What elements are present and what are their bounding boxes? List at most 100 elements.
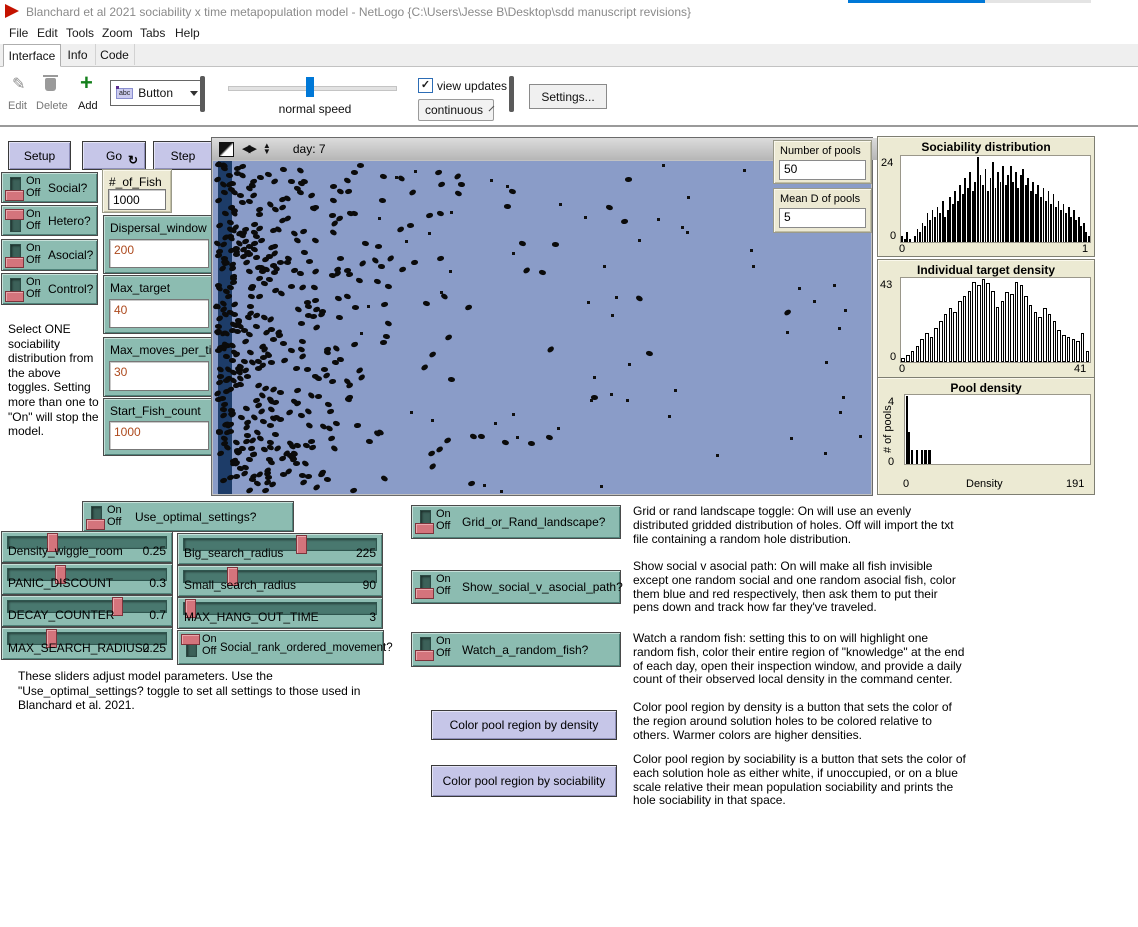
slider-max-hang-out-time[interactable]: MAX_HANG_OUT_TIME 3 bbox=[177, 597, 383, 629]
settings-button[interactable]: Settings... bbox=[529, 84, 607, 109]
fish-marker bbox=[238, 232, 246, 238]
vertical-resize-icon[interactable]: ▲▼ bbox=[263, 143, 271, 155]
input-label: Start_Fish_count bbox=[110, 404, 201, 418]
menu-file[interactable]: File bbox=[4, 23, 33, 43]
input-field[interactable]: 1000 bbox=[109, 421, 209, 450]
fish-marker bbox=[635, 294, 643, 301]
fish-marker bbox=[248, 284, 255, 289]
input-field[interactable]: 200 bbox=[109, 239, 209, 268]
switch-knob[interactable] bbox=[5, 190, 24, 201]
fish-marker bbox=[255, 205, 263, 212]
input-field[interactable]: 30 bbox=[109, 361, 209, 391]
hist-bar bbox=[959, 185, 961, 242]
add-plus-icon[interactable]: + bbox=[80, 74, 93, 92]
switch-knob[interactable] bbox=[5, 291, 24, 302]
switch-knob[interactable] bbox=[181, 634, 200, 645]
view-updates-label[interactable]: view updates bbox=[437, 79, 507, 93]
switch-control[interactable]: On Off Control? bbox=[1, 273, 98, 305]
update-mode-value: continuous bbox=[425, 103, 483, 117]
setup-button[interactable]: Setup bbox=[8, 141, 71, 170]
slider-small-search-radius[interactable]: Small_search_radius 90 bbox=[177, 565, 383, 597]
fish-marker bbox=[408, 189, 416, 196]
view-2d-3d-icon[interactable] bbox=[219, 142, 234, 157]
hist-bar bbox=[1037, 185, 1039, 242]
fish-marker bbox=[371, 257, 379, 265]
fish-marker bbox=[328, 379, 336, 385]
fish-marker bbox=[425, 212, 433, 218]
switch-hetero[interactable]: On Off Hetero? bbox=[1, 205, 98, 236]
edit-pencil-icon[interactable]: ✎ bbox=[12, 74, 25, 94]
fish-marker bbox=[298, 321, 305, 326]
switch-knob[interactable] bbox=[415, 523, 434, 534]
add-tool-label[interactable]: Add bbox=[78, 100, 98, 112]
fish-marker bbox=[443, 436, 451, 443]
input-field[interactable]: 40 bbox=[109, 299, 209, 328]
slider-density-wiggle-room[interactable]: Density_wiggle_room 0.25 bbox=[1, 531, 173, 563]
horizontal-resize-icon[interactable]: ◀▶ bbox=[242, 143, 255, 156]
update-mode-dropdown[interactable]: continuous bbox=[418, 99, 494, 121]
hist-bar bbox=[919, 232, 921, 242]
hist-bar bbox=[904, 239, 906, 242]
tab-code[interactable]: Code bbox=[95, 44, 135, 65]
menu-zoom[interactable]: Zoom bbox=[97, 23, 138, 43]
step-button[interactable]: Step bbox=[153, 141, 213, 170]
slider-big-search-radius[interactable]: Big_search_radius 225 bbox=[177, 533, 383, 565]
slider-max-search-radius2[interactable]: MAX_SEARCH_RADIUS2 0.25 bbox=[1, 627, 173, 660]
tab-info[interactable]: Info bbox=[60, 44, 96, 65]
speed-slider-handle[interactable] bbox=[306, 77, 314, 97]
delete-trash-icon[interactable] bbox=[45, 78, 56, 91]
go-button[interactable]: Go ↻ bbox=[82, 141, 146, 170]
hist-bar bbox=[1086, 351, 1090, 362]
fish-marker bbox=[305, 407, 313, 415]
hist-bar bbox=[996, 307, 1000, 362]
fish-marker bbox=[436, 446, 444, 454]
switch-off-label: Off bbox=[26, 187, 40, 199]
widget-chooser[interactable]: abc Button bbox=[110, 80, 204, 106]
delete-tool-label[interactable]: Delete bbox=[36, 100, 68, 112]
hist-bar bbox=[974, 182, 976, 243]
fish-marker bbox=[312, 205, 319, 210]
switch-use-optimal-settings[interactable]: On Off Use_optimal_settings? bbox=[82, 501, 294, 532]
switch-grid-or-rand-landscape[interactable]: On Off Grid_or_Rand_landscape? bbox=[411, 505, 621, 539]
edit-tool-label[interactable]: Edit bbox=[8, 100, 27, 112]
switch-knob[interactable] bbox=[415, 588, 434, 599]
fish-marker bbox=[621, 218, 629, 224]
slider-decay-counter[interactable]: DECAY_COUNTER 0.7 bbox=[1, 595, 173, 627]
fish-marker bbox=[300, 249, 308, 255]
switch-knob[interactable] bbox=[5, 257, 24, 268]
color-pool-by-density-button[interactable]: Color pool region by density bbox=[431, 710, 617, 740]
fish-dot-marker bbox=[750, 249, 753, 252]
hist-bar bbox=[930, 337, 934, 362]
slider-panic-discount[interactable]: PANIC_DISCOUNT 0.3 bbox=[1, 563, 173, 595]
switch-social[interactable]: On Off Social? bbox=[1, 172, 98, 203]
switch-watch-a-random-fish[interactable]: On Off Watch_a_random_fish? bbox=[411, 632, 621, 667]
menu-edit[interactable]: Edit bbox=[32, 23, 63, 43]
switch-knob[interactable] bbox=[415, 650, 434, 661]
fish-marker bbox=[320, 367, 327, 372]
input-label: Dispersal_window bbox=[110, 221, 207, 235]
slider-handle[interactable] bbox=[296, 535, 307, 554]
switch-knob[interactable] bbox=[86, 519, 105, 530]
view-updates-checkbox[interactable]: ✓ bbox=[418, 78, 433, 93]
menu-tools[interactable]: Tools bbox=[61, 23, 99, 43]
switch-asocial[interactable]: On Off Asocial? bbox=[1, 239, 98, 271]
go-forever-icon: ↻ bbox=[128, 153, 138, 167]
hist-bar bbox=[1062, 335, 1066, 362]
hist-bar bbox=[977, 157, 979, 242]
slider-label: PANIC_DISCOUNT bbox=[8, 576, 113, 590]
color-pool-by-sociability-button[interactable]: Color pool region by sociability bbox=[431, 765, 617, 797]
menu-help[interactable]: Help bbox=[170, 23, 205, 43]
input-field[interactable]: 1000 bbox=[108, 189, 166, 210]
fish-marker bbox=[230, 276, 237, 281]
fish-marker bbox=[382, 334, 390, 340]
tab-interface[interactable]: Interface bbox=[3, 44, 61, 67]
slider-label: DECAY_COUNTER bbox=[8, 608, 114, 622]
menu-tabs[interactable]: Tabs bbox=[135, 23, 170, 43]
switch-knob[interactable] bbox=[5, 209, 24, 220]
switch-show-social-v-asocial-path[interactable]: On Off Show_social_v_asocial_path? bbox=[411, 570, 621, 604]
fish-marker bbox=[247, 303, 254, 308]
hist-bar bbox=[1010, 294, 1014, 362]
switch-social-rank-ordered-movement[interactable]: On Off Social_rank_ordered_movement? bbox=[177, 630, 384, 665]
hist-bar bbox=[1085, 232, 1087, 242]
hist-bar bbox=[1034, 312, 1038, 362]
